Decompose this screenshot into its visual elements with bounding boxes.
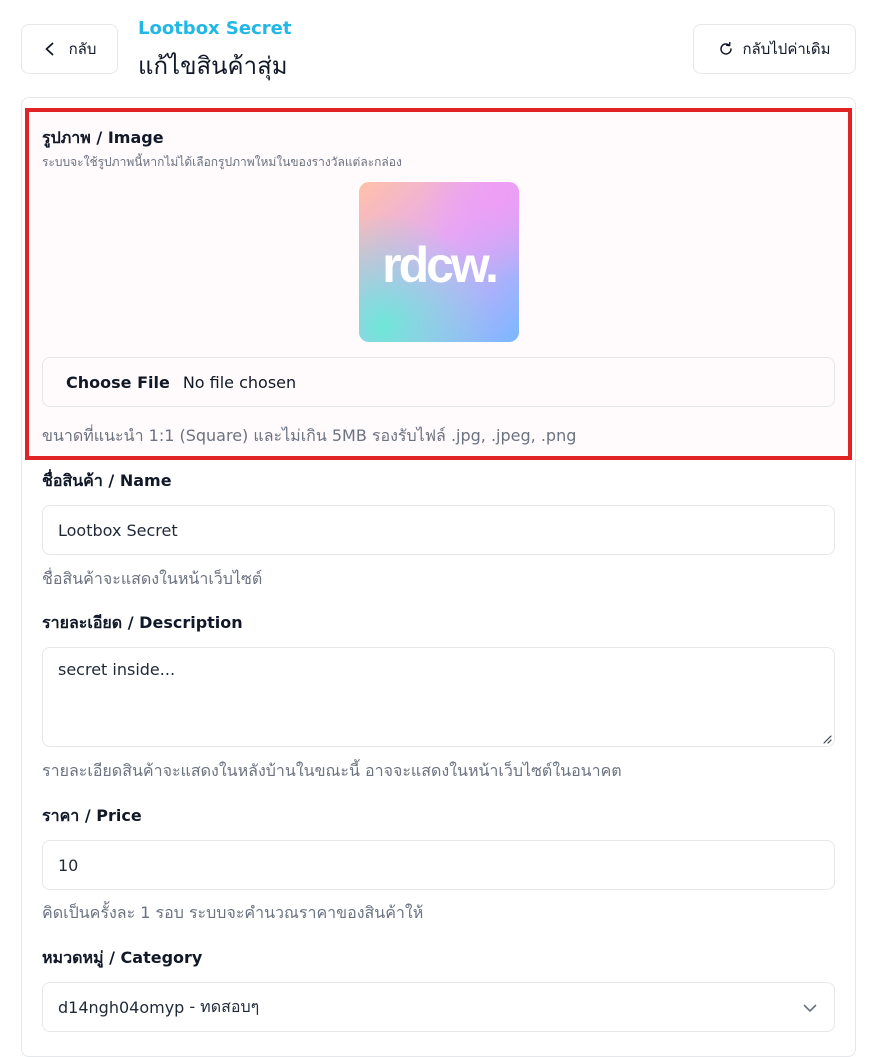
image-hint: ขนาดที่แนะนำ 1:1 (Square) และไม่เกิน 5MB… xyxy=(42,426,577,445)
image-label: รูปภาพ / Image xyxy=(42,128,164,147)
name-input[interactable]: Lootbox Secret xyxy=(42,505,835,555)
breadcrumb-subtitle: Lootbox Secret xyxy=(138,18,292,39)
price-input-value: 10 xyxy=(58,855,79,875)
rdcw-logo-image: rdcw. xyxy=(359,182,519,342)
reset-button-label: กลับไปค่าเดิม xyxy=(742,40,831,58)
price-label: ราคา / Price xyxy=(42,806,142,825)
file-chooser[interactable]: Choose File No file chosen xyxy=(42,357,835,407)
description-textarea-value: secret inside... xyxy=(58,660,176,679)
resize-grip-icon[interactable] xyxy=(822,734,832,744)
name-label: ชื่อสินค้า / Name xyxy=(42,471,172,490)
reset-button[interactable]: กลับไปค่าเดิม xyxy=(693,24,856,74)
category-selected-code: d14ngh04omyp xyxy=(58,997,185,1017)
choose-file-button[interactable]: Choose File xyxy=(66,373,170,392)
image-preview: rdcw. xyxy=(359,182,519,342)
name-input-value: Lootbox Secret xyxy=(58,520,178,540)
category-selected-name: - ทดสอบๆ xyxy=(189,996,260,1016)
name-hint: ชื่อสินค้าจะแสดงในหน้าเว็บไซต์ xyxy=(42,569,263,588)
image-description: ระบบจะใช้รูปภาพนี้หากไม่ได้เลือกรูปภาพให… xyxy=(42,155,402,169)
chevron-left-icon xyxy=(45,42,53,56)
category-select[interactable]: d14ngh04omyp - ทดสอบๆ xyxy=(42,982,835,1032)
page-title: แก้ไขสินค้าสุ่ม xyxy=(138,52,288,80)
description-label: รายละเอียด / Description xyxy=(42,613,243,632)
back-button-label: กลับ xyxy=(68,40,97,58)
category-label: หมวดหมู่ / Category xyxy=(42,948,203,967)
no-file-label: No file chosen xyxy=(182,372,297,392)
chevron-down-icon xyxy=(803,1004,817,1012)
logo-text: rdcw. xyxy=(382,237,496,293)
description-hint: รายละเอียดสินค้าจะแสดงในหลังบ้านในขณะนี้… xyxy=(42,761,622,780)
description-textarea[interactable]: secret inside... xyxy=(42,647,835,747)
price-input[interactable]: 10 xyxy=(42,840,835,890)
page-header: กลับ Lootbox Secret แก้ไขสินค้าสุ่ม กลับ… xyxy=(0,0,876,96)
back-button[interactable]: กลับ xyxy=(21,24,118,74)
refresh-icon xyxy=(720,41,733,55)
price-hint: คิดเป็นครั้งละ 1 รอบ ระบบจะคำนวณราคาของส… xyxy=(42,903,424,922)
